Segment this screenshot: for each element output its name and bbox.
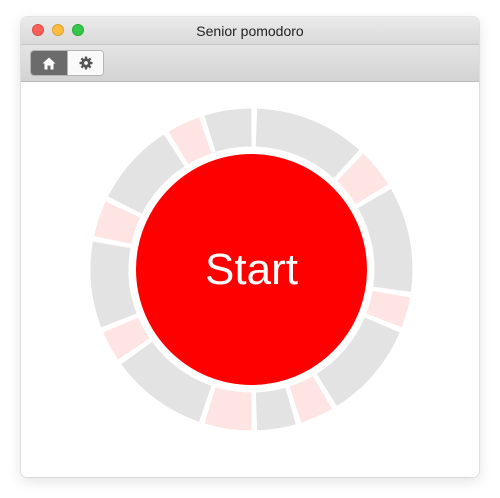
home-tab-button[interactable] <box>31 51 67 75</box>
title-bar: Senior pomodoro <box>21 17 479 45</box>
window-title: Senior pomodoro <box>196 23 304 39</box>
gear-icon <box>79 56 92 70</box>
home-icon <box>42 57 56 69</box>
view-segmented-control <box>30 50 104 76</box>
toolbar <box>21 45 479 82</box>
ring-segment-work <box>204 108 252 152</box>
main-content: Start <box>21 82 479 477</box>
app-window: Senior pomodoro Start <box>21 17 479 477</box>
start-button[interactable]: Start <box>136 154 367 385</box>
ring-segment-work <box>90 241 137 328</box>
ring-segment-work <box>255 387 296 431</box>
ring-segment-break <box>204 387 252 431</box>
settings-tab-button[interactable] <box>67 51 103 75</box>
